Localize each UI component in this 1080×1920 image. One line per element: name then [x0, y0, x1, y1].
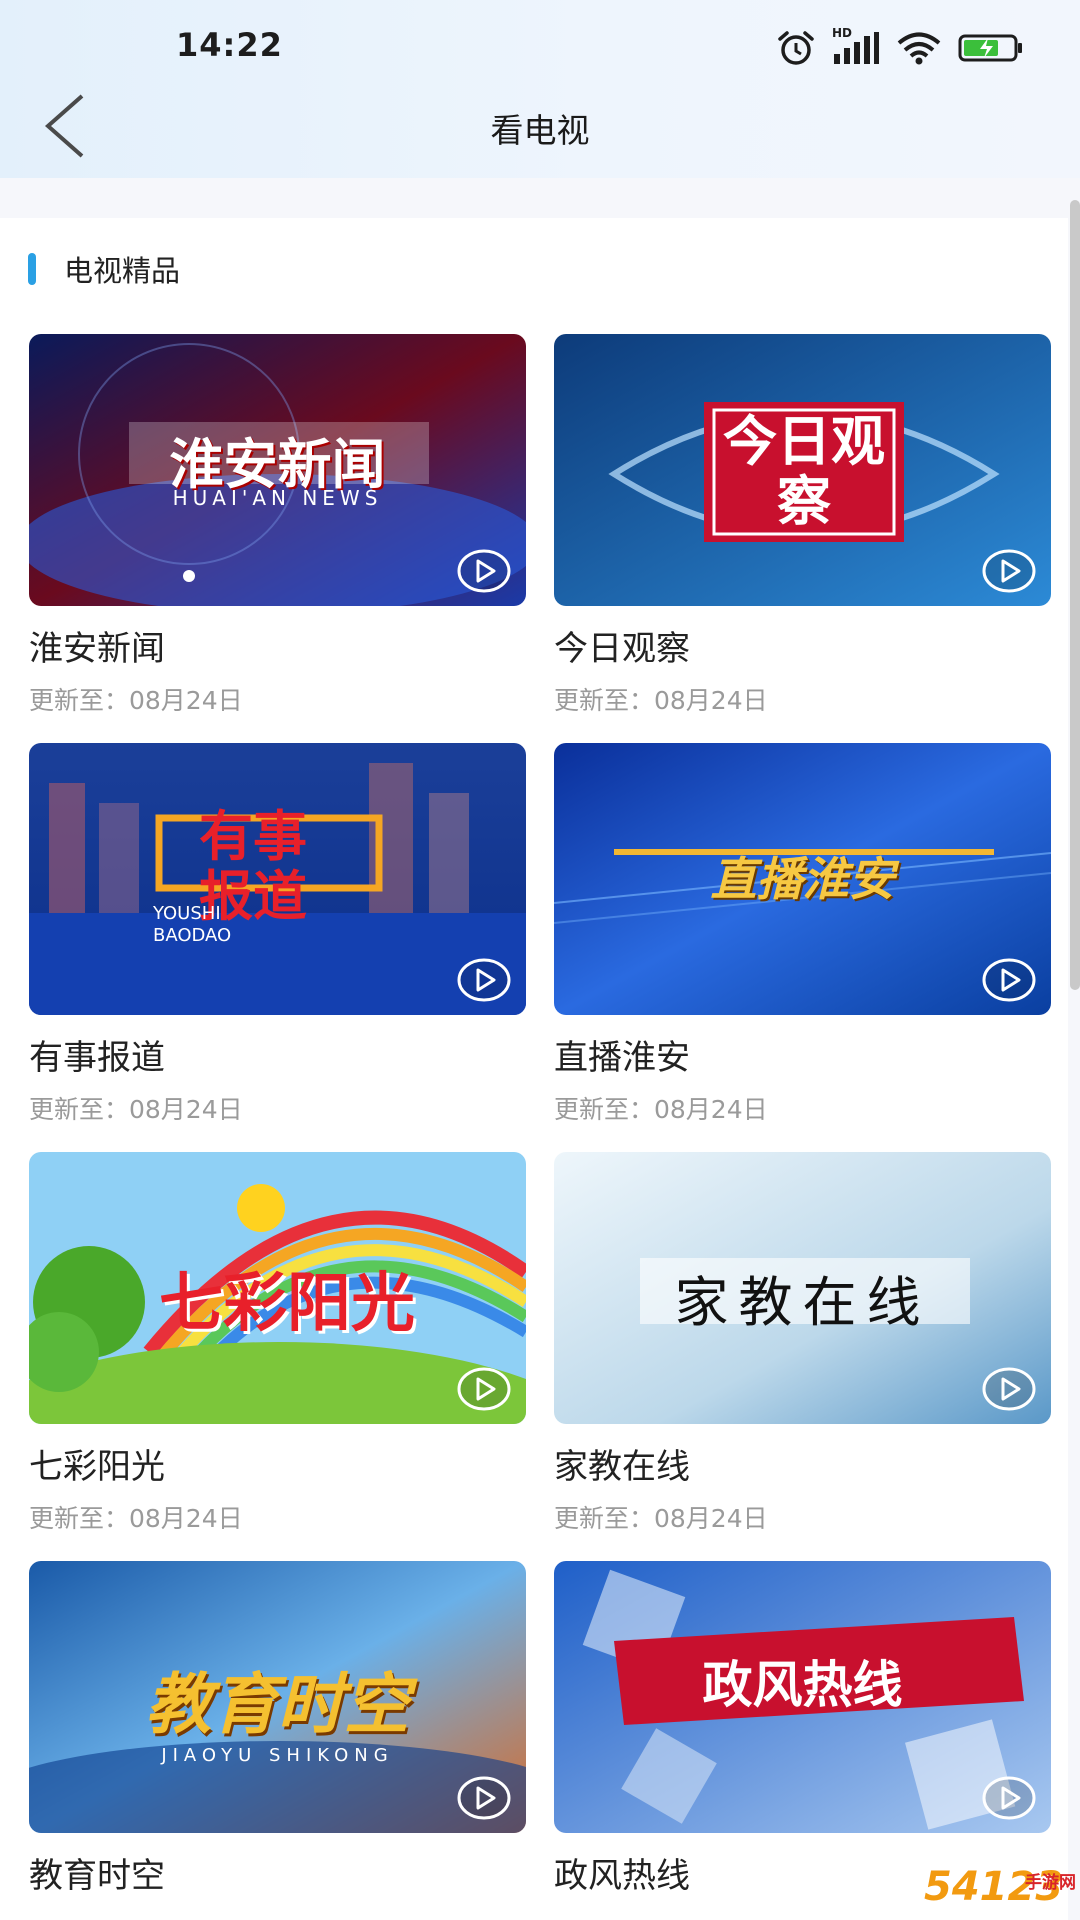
program-card[interactable]: 家教在线 家教在线 更新至：08月24日 — [554, 1152, 1051, 1534]
program-title: 七彩阳光 — [29, 1447, 165, 1487]
watermark-label: 手游网 — [1025, 1873, 1076, 1893]
program-thumbnail[interactable]: 七彩阳光 — [29, 1152, 526, 1424]
wifi-icon — [897, 32, 941, 65]
program-card[interactable]: 有事报道 YOUSHI BAODAO 有事报道 更新至：08月24日 — [29, 743, 526, 1125]
status-icons: HD — [776, 26, 1024, 68]
program-updated: 更新至：08月24日 — [29, 686, 243, 715]
program-updated: 更新至：08月24日 — [554, 686, 768, 715]
section-header: 电视精品 — [28, 248, 180, 290]
top-bar: 14:22 HD 看电视 — [0, 0, 1080, 178]
site-watermark: 54123 手游网 — [924, 1862, 1076, 1916]
thumbnail-subtitle-text: JIAOYU SHIKONG — [161, 1745, 394, 1766]
battery-icon — [958, 34, 1022, 62]
play-icon[interactable] — [456, 1366, 512, 1412]
program-title: 淮安新闻 — [29, 629, 165, 669]
play-icon[interactable] — [981, 548, 1037, 594]
play-icon[interactable] — [981, 1775, 1037, 1821]
program-title: 教育时空 — [29, 1856, 165, 1896]
program-updated: 更新至：08月24日 — [29, 1504, 243, 1533]
program-thumbnail[interactable]: 家教在线 — [554, 1152, 1051, 1424]
thumbnail-title-text: 今日观察 — [723, 410, 885, 533]
program-title: 有事报道 — [29, 1038, 165, 1078]
program-title: 家教在线 — [554, 1447, 690, 1487]
program-card[interactable]: 今日观察 今日观察 更新至：08月24日 — [554, 334, 1051, 716]
thumbnail-title-text: 家教在线 — [674, 1271, 931, 1334]
thumbnail-subtitle-text: YOUSHI BAODAO — [153, 903, 232, 946]
program-thumbnail[interactable]: 政风热线 — [554, 1561, 1051, 1833]
program-card[interactable]: 教育时空 JIAOYU SHIKONG 教育时空 — [29, 1561, 526, 1897]
program-updated: 更新至：08月24日 — [29, 1095, 243, 1124]
thumbnail-subtitle-text: HUAI'AN NEWS — [172, 486, 383, 510]
status-time: 14:22 — [176, 26, 283, 64]
program-thumbnail[interactable]: 今日观察 — [554, 334, 1051, 606]
signal-icon: HD — [832, 26, 880, 66]
program-title: 今日观察 — [554, 629, 690, 669]
program-card[interactable]: 七彩阳光 七彩阳光 更新至：08月24日 — [29, 1152, 526, 1534]
play-icon[interactable] — [456, 957, 512, 1003]
program-thumbnail[interactable]: 直播淮安 — [554, 743, 1051, 1015]
program-updated: 更新至：08月24日 — [554, 1504, 768, 1533]
program-updated: 更新至：08月24日 — [554, 1095, 768, 1124]
program-card[interactable]: 政风热线 政风热线 — [554, 1561, 1051, 1897]
play-icon[interactable] — [456, 1775, 512, 1821]
program-thumbnail[interactable]: 淮安新闻 HUAI'AN NEWS — [29, 334, 526, 606]
thumbnail-title-text: 七彩阳光 — [159, 1267, 415, 1341]
program-thumbnail[interactable]: 教育时空 JIAOYU SHIKONG — [29, 1561, 526, 1833]
section-accent-bar — [28, 253, 36, 285]
thumbnail-title-text: 教育时空 — [145, 1666, 410, 1743]
play-icon[interactable] — [981, 1366, 1037, 1412]
program-card[interactable]: 淮安新闻 HUAI'AN NEWS 淮安新闻 更新至：08月24日 — [29, 334, 526, 716]
thumbnail-title-text: 政风热线 — [702, 1656, 903, 1714]
thumbnail-title-text: 直播淮安 — [710, 852, 895, 906]
program-thumbnail[interactable]: 有事报道 YOUSHI BAODAO — [29, 743, 526, 1015]
section-title: 电视精品 — [64, 254, 181, 288]
program-title: 直播淮安 — [554, 1038, 690, 1078]
page-title: 看电视 — [490, 111, 590, 150]
play-icon[interactable] — [981, 957, 1037, 1003]
alarm-icon — [778, 31, 814, 65]
scrollbar[interactable] — [1070, 200, 1080, 990]
content-area: 电视精品 淮安新闻 HUAI'AN NEWS 淮安新闻 更新至：08月24日 今… — [0, 218, 1068, 1920]
program-card[interactable]: 直播淮安 直播淮安 更新至：08月24日 — [554, 743, 1051, 1125]
play-icon[interactable] — [456, 548, 512, 594]
